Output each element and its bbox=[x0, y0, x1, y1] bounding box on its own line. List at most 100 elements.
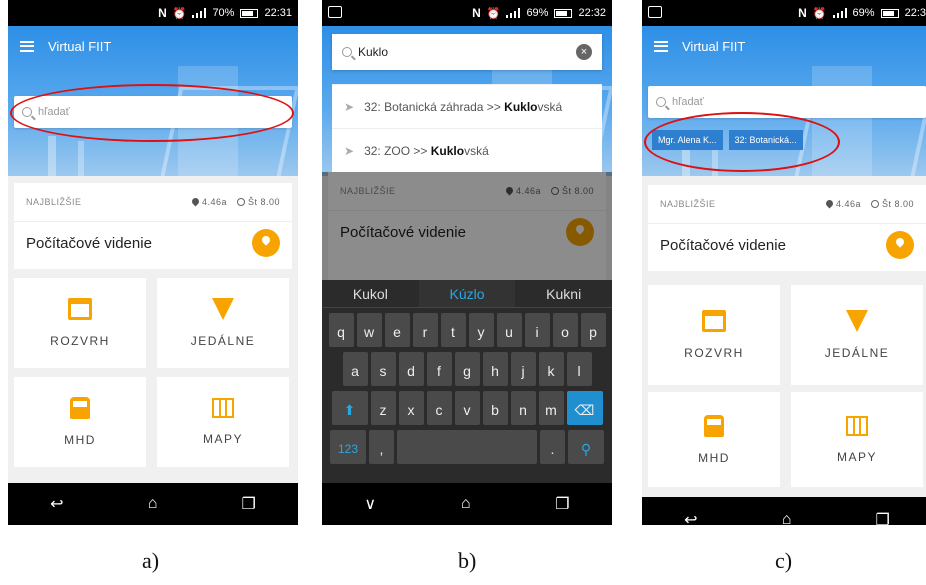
caption-b: b) bbox=[458, 548, 477, 573]
key[interactable]: s bbox=[370, 352, 396, 386]
tile-jedalne[interactable]: JEDÁLNE bbox=[791, 285, 923, 385]
comma-key[interactable]: , bbox=[369, 430, 394, 464]
home-icon[interactable]: ⌂ bbox=[461, 495, 471, 513]
caption-c: c) bbox=[775, 548, 793, 573]
key[interactable]: e bbox=[384, 313, 410, 347]
tile-rozvrh[interactable]: ROZVRH bbox=[648, 285, 780, 385]
tile-rozvrh[interactable]: ROZVRH bbox=[14, 278, 146, 368]
tile-mapy[interactable]: MAPY bbox=[791, 392, 923, 487]
prediction-item[interactable]: Kukni bbox=[515, 280, 612, 307]
key[interactable]: j bbox=[510, 352, 536, 386]
dim-overlay bbox=[322, 172, 612, 280]
home-icon[interactable]: ⌂ bbox=[782, 511, 792, 526]
signal-icon bbox=[192, 8, 207, 18]
battery-icon bbox=[554, 8, 573, 18]
nfc-icon: N bbox=[158, 6, 167, 20]
battery-percent: 70% bbox=[212, 7, 235, 19]
nav-bar: ↩ ⌂ ❐ bbox=[642, 497, 926, 525]
key[interactable]: p bbox=[580, 313, 606, 347]
key[interactable]: x bbox=[398, 391, 424, 425]
tile-mhd[interactable]: MHD bbox=[14, 377, 146, 467]
chevron-down-icon[interactable]: ∨ bbox=[364, 494, 376, 514]
menu-icon[interactable] bbox=[654, 40, 668, 52]
clear-icon[interactable]: × bbox=[576, 44, 592, 60]
notification-icon bbox=[648, 6, 662, 18]
tile-mapy[interactable]: MAPY bbox=[157, 377, 289, 467]
key[interactable]: m bbox=[538, 391, 564, 425]
key[interactable]: z bbox=[370, 391, 396, 425]
clock-time: 22:3 bbox=[904, 7, 926, 19]
back-icon[interactable]: ↩ bbox=[50, 494, 63, 514]
prediction-item[interactable]: Kúzlo bbox=[418, 280, 516, 307]
key[interactable]: b bbox=[482, 391, 508, 425]
prediction-item[interactable]: Kukol bbox=[322, 280, 419, 307]
search-placeholder: hľadať bbox=[672, 96, 704, 108]
nearest-card[interactable]: NAJBLIŽŠIE 4.46a Št 8.00 Počítačové vide… bbox=[14, 183, 292, 269]
key[interactable]: l bbox=[566, 352, 592, 386]
location-icon bbox=[190, 196, 201, 207]
key[interactable]: h bbox=[482, 352, 508, 386]
clock-time: 22:32 bbox=[578, 7, 606, 19]
calendar-icon bbox=[702, 310, 726, 332]
key[interactable]: q bbox=[328, 313, 354, 347]
app-title: Virtual FIIT bbox=[682, 38, 746, 54]
nfc-icon: N bbox=[472, 6, 481, 20]
course-title: Počítačové videnie bbox=[26, 235, 152, 252]
tile-jedalne[interactable]: JEDÁLNE bbox=[157, 278, 289, 368]
location-button[interactable] bbox=[886, 231, 914, 259]
key[interactable]: c bbox=[426, 391, 452, 425]
battery-icon bbox=[240, 8, 259, 18]
bus-icon bbox=[70, 397, 90, 419]
suggestion-item[interactable]: ➤ 32: ZOO >> Kuklovská bbox=[332, 128, 602, 172]
key[interactable]: g bbox=[454, 352, 480, 386]
location-button[interactable] bbox=[252, 229, 280, 257]
key[interactable]: o bbox=[552, 313, 578, 347]
recents-icon[interactable]: ❐ bbox=[876, 510, 890, 526]
course-title: Počítačové videnie bbox=[660, 237, 786, 254]
status-bar: N ⏰ 70% 22:31 bbox=[8, 0, 298, 26]
search-input[interactable]: hľadať bbox=[648, 86, 926, 118]
room-label: 4.46a bbox=[190, 196, 227, 207]
home-icon[interactable]: ⌂ bbox=[148, 495, 158, 513]
search-value: Kuklo bbox=[358, 45, 389, 59]
status-bar: N ⏰ 69% 22:32 bbox=[322, 0, 612, 26]
phone-screen-b: N ⏰ 69% 22:32 Kuklo × ➤ 32: Botanická zá… bbox=[322, 0, 612, 525]
search-input[interactable]: Kuklo × bbox=[332, 34, 602, 70]
tile-mhd[interactable]: MHD bbox=[648, 392, 780, 487]
numbers-key[interactable]: 123 bbox=[330, 430, 366, 464]
key[interactable]: w bbox=[356, 313, 382, 347]
nearest-header: NAJBLIŽŠIE bbox=[26, 197, 82, 207]
key[interactable]: d bbox=[398, 352, 424, 386]
search-icon[interactable]: ⚲ bbox=[568, 430, 604, 464]
key[interactable]: y bbox=[468, 313, 494, 347]
calendar-icon bbox=[68, 298, 92, 320]
app-title: Virtual FIIT bbox=[48, 38, 112, 54]
recents-icon[interactable]: ❐ bbox=[555, 494, 569, 514]
signal-icon bbox=[506, 8, 521, 18]
shift-icon[interactable]: ⬆ bbox=[331, 391, 368, 425]
clock-time: 22:31 bbox=[264, 7, 292, 19]
time-label: Št 8.00 bbox=[870, 199, 914, 209]
keyboard[interactable]: Kukol Kúzlo Kukni q w e r t y u i o p a … bbox=[322, 280, 612, 483]
nearest-card[interactable]: NAJBLIŽŠIE 4.46a Št 8.00 Počítačové vide… bbox=[648, 185, 926, 271]
key[interactable]: a bbox=[342, 352, 368, 386]
key[interactable]: f bbox=[426, 352, 452, 386]
alarm-icon: ⏰ bbox=[486, 7, 501, 20]
key[interactable]: u bbox=[496, 313, 522, 347]
backspace-icon[interactable]: ⌫ bbox=[566, 391, 603, 425]
back-icon[interactable]: ↩ bbox=[684, 510, 697, 526]
suggestion-item[interactable]: ➤ 32: Botanická záhrada >> Kuklovská bbox=[332, 84, 602, 128]
status-bar: N ⏰ 69% 22:3 bbox=[642, 0, 926, 26]
key[interactable]: n bbox=[510, 391, 536, 425]
menu-icon[interactable] bbox=[20, 40, 34, 52]
nfc-icon: N bbox=[798, 6, 807, 20]
key[interactable]: k bbox=[538, 352, 564, 386]
period-key[interactable]: . bbox=[540, 430, 565, 464]
recents-icon[interactable]: ❐ bbox=[242, 494, 256, 514]
space-key[interactable] bbox=[397, 430, 537, 464]
room-label: 4.46a bbox=[824, 198, 861, 209]
key[interactable]: t bbox=[440, 313, 466, 347]
key[interactable]: v bbox=[454, 391, 480, 425]
key[interactable]: i bbox=[524, 313, 550, 347]
key[interactable]: r bbox=[412, 313, 438, 347]
